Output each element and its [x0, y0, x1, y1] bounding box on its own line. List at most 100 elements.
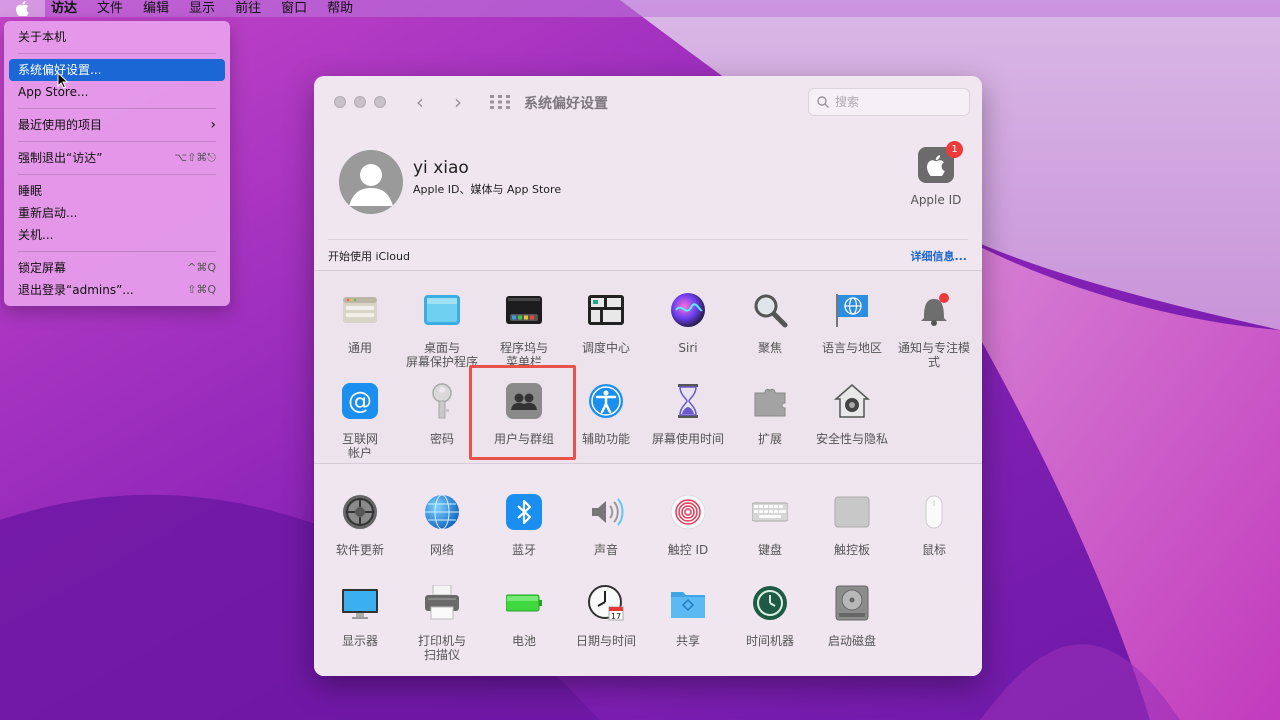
software-update-icon [343, 495, 377, 529]
pane-battery[interactable]: 电池 [483, 585, 565, 648]
calendar-day-number: 17 [611, 612, 621, 621]
pane-mouse[interactable]: 鼠标 [893, 494, 975, 557]
search-icon [817, 96, 829, 108]
apple-id-icon: 1 [918, 141, 963, 183]
pane-siri[interactable]: Siri [647, 292, 729, 355]
apple-id-pane[interactable]: 1 Apple ID [896, 141, 976, 207]
printers-icon [425, 584, 459, 620]
menu-item-logout[interactable]: 退出登录“admins”... ⇧⌘Q [9, 279, 225, 301]
menu-item-lock-screen[interactable]: 锁定屏幕 ^⌘Q [9, 257, 225, 279]
pane-trackpad[interactable]: 触控板 [811, 494, 893, 557]
search-input[interactable] [835, 95, 955, 109]
notifications-icon [921, 293, 949, 326]
touch-id-icon [670, 494, 706, 530]
time-machine-icon [753, 586, 787, 620]
menu-item-system-preferences[interactable]: 系统偏好设置... [9, 59, 225, 81]
apple-menu-icon[interactable] [0, 0, 45, 17]
trackpad-icon [834, 496, 870, 528]
menu-bar: 访达 文件 编辑 显示 前往 窗口 帮助 [0, 0, 1280, 17]
screen-time-icon [678, 384, 698, 418]
chevron-right-icon: › [210, 117, 216, 133]
notification-badge: 1 [946, 141, 963, 158]
pane-software-update[interactable]: 软件更新 [319, 494, 401, 557]
pane-mission-control[interactable]: 调度中心 [565, 292, 647, 355]
highlight-annotation-box [469, 365, 576, 460]
pane-sound[interactable]: 声音 [565, 494, 647, 557]
window-titlebar: ‹ › 系统偏好设置 [314, 76, 982, 128]
pane-screen-time[interactable]: 屏幕使用时间 [647, 383, 729, 446]
menu-separator [18, 53, 216, 54]
bluetooth-icon [506, 494, 542, 530]
menu-item-shutdown[interactable]: 关机... [9, 224, 225, 246]
menu-file[interactable]: 文件 [87, 0, 133, 17]
icloud-prompt: 开始使用 iCloud [328, 250, 410, 263]
pane-security-privacy[interactable]: 安全性与隐私 [811, 383, 893, 446]
sharing-icon [671, 592, 705, 618]
accessibility-icon [589, 384, 623, 418]
pane-keyboard[interactable]: 键盘 [729, 494, 811, 557]
mouse-cursor-icon [57, 72, 69, 89]
zoom-window-button[interactable] [374, 96, 386, 108]
menu-item-restart[interactable]: 重新启动... [9, 202, 225, 224]
displays-icon [342, 589, 378, 619]
show-all-grid-icon[interactable] [490, 95, 510, 109]
spotlight-icon [754, 294, 788, 328]
desktop-icon [424, 295, 460, 325]
forward-arrow-icon[interactable]: › [454, 90, 462, 114]
pane-sharing[interactable]: 共享 [647, 585, 729, 648]
language-icon [836, 294, 868, 327]
network-icon [425, 494, 459, 530]
menu-finder[interactable]: 访达 [45, 0, 87, 17]
pane-bluetooth[interactable]: 蓝牙 [483, 494, 565, 557]
security-icon [834, 384, 870, 418]
menu-item-recent-items[interactable]: 最近使用的项目 › [9, 114, 225, 136]
menu-separator [18, 141, 216, 142]
user-name[interactable]: yi xiao [413, 158, 469, 178]
pane-date-time[interactable]: 17 日期与时间 [565, 585, 647, 648]
window-title: 系统偏好设置 [524, 96, 608, 112]
pane-startup-disk[interactable]: 启动磁盘 [811, 585, 893, 648]
apple-id-label: Apple ID [910, 193, 962, 207]
user-subtitle: Apple ID、媒体与 App Store [413, 183, 562, 196]
pane-notifications-focus[interactable]: 通知与专注模式 [893, 292, 975, 369]
apple-dropdown-menu: 关于本机 系统偏好设置... App Store... 最近使用的项目 › 强制退… [4, 21, 230, 306]
mission-control-icon [588, 295, 624, 325]
pane-extensions[interactable]: 扩展 [729, 383, 811, 446]
minimize-window-button[interactable] [354, 96, 366, 108]
menu-edit[interactable]: 编辑 [133, 0, 179, 17]
icloud-details-link[interactable]: 详细信息... [910, 248, 967, 264]
close-window-button[interactable] [334, 96, 346, 108]
svg-text:@: @ [348, 387, 372, 415]
passwords-icon [432, 383, 452, 419]
menu-window[interactable]: 窗口 [271, 0, 317, 17]
menu-item-force-quit[interactable]: 强制退出“访达” ⌥⇧⌘⎋ [9, 147, 225, 169]
menu-go[interactable]: 前往 [225, 0, 271, 17]
back-arrow-icon[interactable]: ‹ [416, 90, 424, 114]
system-preferences-window: ‹ › 系统偏好设置 yi xiao Apple ID、媒体与 App Stor… [314, 76, 982, 676]
pane-desktop-screensaver[interactable]: 桌面与 屏幕保护程序 [401, 292, 483, 369]
pane-language-region[interactable]: 语言与地区 [811, 292, 893, 355]
pane-general[interactable]: 通用 [319, 292, 401, 355]
siri-icon [671, 293, 705, 327]
menu-separator [18, 174, 216, 175]
pane-accessibility[interactable]: 辅助功能 [565, 383, 647, 446]
menu-item-app-store[interactable]: App Store... [9, 81, 225, 103]
search-field[interactable] [808, 88, 970, 116]
pane-displays[interactable]: 显示器 [319, 585, 401, 648]
battery-icon [505, 594, 542, 612]
pane-time-machine[interactable]: 时间机器 [729, 585, 811, 648]
pane-printers-scanners[interactable]: 打印机与 扫描仪 [401, 584, 483, 662]
user-account-section: yi xiao Apple ID、媒体与 App Store 1 Apple I… [314, 128, 982, 240]
user-avatar[interactable] [339, 150, 403, 214]
extensions-icon [754, 388, 786, 417]
menu-item-sleep[interactable]: 睡眠 [9, 180, 225, 202]
menu-help[interactable]: 帮助 [317, 0, 363, 17]
pane-network[interactable]: 网络 [401, 494, 483, 557]
pane-spotlight[interactable]: 聚焦 [729, 292, 811, 355]
pane-dock-menubar[interactable]: 程序坞与 菜单栏 [483, 292, 565, 369]
pane-internet-accounts[interactable]: @ 互联网 帐户 [319, 383, 401, 460]
menu-view[interactable]: 显示 [179, 0, 225, 17]
pane-touch-id[interactable]: 触控 ID [647, 494, 729, 557]
menu-item-about[interactable]: 关于本机 [9, 26, 225, 48]
menu-separator [18, 108, 216, 109]
